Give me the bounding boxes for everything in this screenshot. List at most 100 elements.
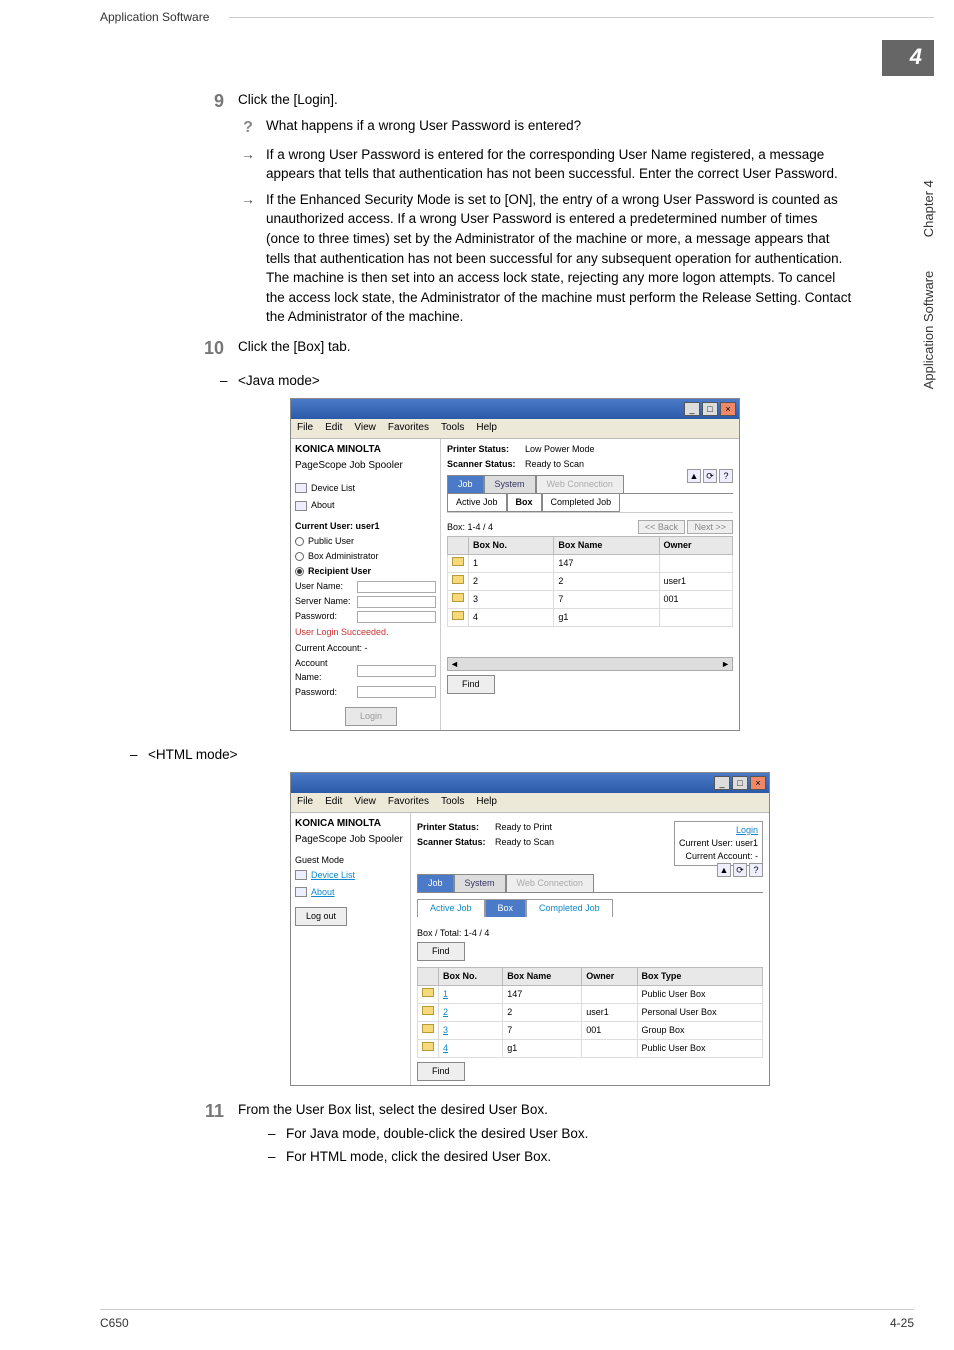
footer-left: C650 — [100, 1316, 129, 1330]
col-owner: Owner — [582, 968, 637, 986]
col-owner: Owner — [659, 537, 732, 555]
menu-edit[interactable]: Edit — [325, 421, 342, 436]
scroll-right-icon[interactable]: ► — [721, 658, 730, 671]
current-account-label: Current Account: - — [679, 850, 758, 863]
java-mode-label: – <Java mode> — [220, 371, 854, 391]
box-no-link[interactable]: 4 — [443, 1043, 448, 1053]
account-password-input[interactable] — [357, 686, 436, 698]
folder-icon — [452, 611, 464, 620]
login-panel: Login Current User: user1 Current Accoun… — [674, 821, 763, 866]
table-row[interactable]: 3 7 001 — [448, 591, 733, 609]
tab-active-job[interactable]: Active Job — [417, 899, 485, 917]
box-no-link[interactable]: 1 — [443, 989, 448, 999]
maximize-icon[interactable]: □ — [732, 776, 748, 790]
tab-job[interactable]: Job — [417, 874, 454, 892]
find-button[interactable]: Find — [417, 942, 465, 961]
dash-icon: – — [268, 1147, 286, 1167]
table-row[interactable]: 3 7 001 Group Box — [418, 1022, 763, 1040]
refresh-icon[interactable]: ⟳ — [703, 469, 717, 483]
find-button[interactable]: Find — [447, 675, 495, 694]
menu-view[interactable]: View — [354, 421, 376, 436]
back-button[interactable]: << Back — [638, 520, 685, 534]
logout-button[interactable]: Log out — [295, 907, 347, 926]
to-top-icon[interactable]: ▲ — [717, 863, 731, 877]
scroll-left-icon[interactable]: ◄ — [450, 658, 459, 671]
tab-job[interactable]: Job — [447, 475, 484, 493]
menu-edit[interactable]: Edit — [325, 795, 342, 810]
printer-status-value: Low Power Mode — [525, 443, 595, 456]
screenshot-java: _ □ × File Edit View Favorites Tools Hel… — [290, 398, 740, 730]
horizontal-scrollbar[interactable]: ◄ ► — [447, 657, 733, 671]
password-input[interactable] — [357, 611, 436, 623]
nav-about[interactable]: About — [295, 884, 406, 901]
menu-help[interactable]: Help — [476, 421, 497, 436]
refresh-icon[interactable]: ⟳ — [733, 863, 747, 877]
account-name-input[interactable] — [357, 665, 436, 677]
radio-recipient-user[interactable]: Recipient User — [295, 565, 436, 578]
minimize-icon[interactable]: _ — [684, 402, 700, 416]
tab-active-job[interactable]: Active Job — [447, 494, 507, 512]
table-row[interactable]: 2 2 user1 Personal User Box — [418, 1004, 763, 1022]
nav-about[interactable]: About — [295, 497, 436, 514]
nav-device-list[interactable]: Device List — [295, 480, 436, 497]
step-11-text: From the User Box list, select the desir… — [238, 1100, 854, 1120]
minimize-icon[interactable]: _ — [714, 776, 730, 790]
box-table: Box No. Box Name Owner 1 147 2 2 — [447, 536, 733, 627]
menu-help[interactable]: Help — [476, 795, 497, 810]
menu-tools[interactable]: Tools — [441, 421, 464, 436]
folder-icon — [422, 1006, 434, 1015]
window-titlebar: _ □ × — [291, 773, 769, 793]
user-name-input[interactable] — [357, 581, 436, 593]
find-button[interactable]: Find — [417, 1062, 465, 1081]
step-number: 10 — [190, 335, 224, 361]
folder-icon — [452, 557, 464, 566]
tab-system[interactable]: System — [484, 475, 536, 493]
dash-icon: – — [130, 745, 148, 765]
close-icon[interactable]: × — [750, 776, 766, 790]
tab-web-connection[interactable]: Web Connection — [536, 475, 624, 493]
help-icon[interactable]: ? — [719, 469, 733, 483]
right-pane: Printer Status: Low Power Mode Scanner S… — [441, 439, 739, 730]
tab-web-connection[interactable]: Web Connection — [506, 874, 594, 892]
step-9-question: What happens if a wrong User Password is… — [266, 116, 581, 136]
table-row[interactable]: 1 147 — [448, 555, 733, 573]
menu-view[interactable]: View — [354, 795, 376, 810]
menu-favorites[interactable]: Favorites — [388, 795, 429, 810]
current-user-label: Current User: user1 — [295, 521, 380, 531]
table-row[interactable]: 4 g1 — [448, 609, 733, 627]
tab-box[interactable]: Box — [507, 494, 542, 512]
table-row[interactable]: 1 147 Public User Box — [418, 986, 763, 1004]
nav-device-list[interactable]: Device List — [295, 867, 406, 884]
left-pane: KONICA MINOLTA PageScope Job Spooler Gue… — [291, 813, 411, 1086]
help-icon[interactable]: ? — [749, 863, 763, 877]
menubar: File Edit View Favorites Tools Help — [291, 419, 739, 439]
radio-box-admin[interactable]: Box Administrator — [295, 550, 436, 563]
table-row[interactable]: 4 g1 Public User Box — [418, 1040, 763, 1058]
next-button[interactable]: Next >> — [687, 520, 733, 534]
login-link[interactable]: Login — [679, 824, 758, 837]
close-icon[interactable]: × — [720, 402, 736, 416]
radio-public-user[interactable]: Public User — [295, 535, 436, 548]
box-no-link[interactable]: 2 — [443, 1007, 448, 1017]
radio-icon — [295, 537, 304, 546]
menu-file[interactable]: File — [297, 421, 313, 436]
menu-file[interactable]: File — [297, 795, 313, 810]
folder-icon — [422, 1042, 434, 1051]
box-no-link[interactable]: 3 — [443, 1025, 448, 1035]
tab-box[interactable]: Box — [485, 899, 527, 917]
menu-tools[interactable]: Tools — [441, 795, 464, 810]
tab-completed-job[interactable]: Completed Job — [526, 899, 613, 917]
to-top-icon[interactable]: ▲ — [687, 469, 701, 483]
login-status-message: User Login Succeeded. — [295, 626, 436, 639]
table-row[interactable]: 2 2 user1 — [448, 573, 733, 591]
server-name-select[interactable] — [357, 596, 436, 608]
step-number: 9 — [190, 88, 224, 114]
menu-favorites[interactable]: Favorites — [388, 421, 429, 436]
printer-status-value: Ready to Print — [495, 821, 552, 834]
sub-tabs: Active Job Box Completed Job — [417, 899, 763, 917]
folder-icon — [422, 1024, 434, 1033]
login-button[interactable]: Login — [345, 707, 397, 726]
tab-completed-job[interactable]: Completed Job — [542, 494, 621, 512]
tab-system[interactable]: System — [454, 874, 506, 892]
maximize-icon[interactable]: □ — [702, 402, 718, 416]
